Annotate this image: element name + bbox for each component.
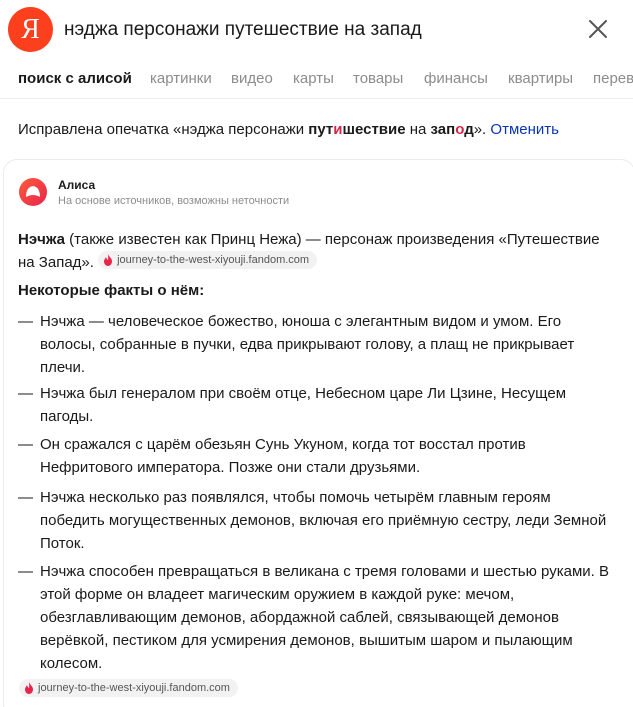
alice-icon bbox=[19, 178, 47, 206]
spelling-correction: Исправлена опечатка «нэджа персонажи пут… bbox=[18, 121, 559, 138]
fact-item: — Нэчжа — человеческое божество, юноша с… bbox=[18, 310, 618, 379]
alice-name: Алиса bbox=[58, 178, 96, 192]
alice-disclaimer: На основе источников, возможны неточност… bbox=[58, 195, 290, 207]
tab-maps[interactable]: карты bbox=[293, 70, 334, 87]
fandom-icon bbox=[25, 682, 33, 694]
fact-text: Нэчжа — человеческое божество, юноша с э… bbox=[40, 313, 575, 376]
tab-finance[interactable]: финансы bbox=[424, 70, 488, 87]
list-dash: — bbox=[18, 563, 33, 580]
fandom-icon bbox=[104, 254, 113, 266]
list-dash: — bbox=[18, 385, 33, 402]
list-dash: — bbox=[18, 313, 33, 330]
yandex-logo[interactable]: Я bbox=[8, 7, 53, 52]
corrected-word-2: запод bbox=[430, 121, 474, 138]
fact-item: — Он сражался с царём обезьян Сунь Укуно… bbox=[18, 433, 618, 479]
cancel-correction-link[interactable]: Отменить bbox=[490, 121, 559, 138]
correction-prefix: Исправлена опечатка «нэджа персонажи bbox=[18, 121, 309, 138]
fact-text: Нэчжа способен превращаться в великана с… bbox=[40, 563, 609, 672]
source-chip[interactable]: journey-to-the-west-xiyouji.fandom.com bbox=[98, 251, 318, 269]
clear-search-button[interactable] bbox=[582, 13, 614, 45]
fact-item: — Нэчжа способен превращаться в великана… bbox=[18, 560, 618, 675]
close-icon bbox=[589, 20, 607, 38]
source-chip-label: journey-to-the-west-xiyouji.fandom.com bbox=[38, 682, 230, 694]
fact-item: — Нэчжа был генералом при своём отце, Не… bbox=[18, 382, 618, 428]
bottom-source: journey-to-the-west-xiyouji.fandom.com bbox=[19, 679, 238, 700]
answer-subject: Нэчжа bbox=[18, 231, 65, 248]
tab-apartments[interactable]: квартиры bbox=[508, 70, 573, 87]
fact-item: — Нэчжа несколько раз появлялся, чтобы п… bbox=[18, 486, 618, 555]
search-input[interactable] bbox=[64, 16, 564, 44]
tab-translate[interactable]: перев bbox=[593, 70, 633, 87]
list-dash: — bbox=[18, 489, 33, 506]
corrected-word-1: путишествие bbox=[308, 121, 406, 138]
fact-text: Нэчжа несколько раз появлялся, чтобы пом… bbox=[40, 489, 607, 552]
source-chip[interactable]: journey-to-the-west-xiyouji.fandom.com bbox=[19, 679, 238, 697]
facts-heading: Некоторые факты о нём: bbox=[18, 282, 205, 299]
list-dash: — bbox=[18, 436, 33, 453]
fact-text: Он сражался с царём обезьян Сунь Укуном,… bbox=[40, 436, 526, 476]
tab-video[interactable]: видео bbox=[231, 70, 273, 87]
tab-alice-search[interactable]: поиск с алисой bbox=[18, 70, 132, 87]
search-tabs: поиск с алисой картинки видео карты това… bbox=[0, 59, 633, 99]
fact-text: Нэчжа был генералом при своём отце, Небе… bbox=[40, 385, 567, 425]
source-chip-label: journey-to-the-west-xiyouji.fandom.com bbox=[117, 254, 310, 266]
search-bar: Я bbox=[0, 0, 633, 59]
tab-images[interactable]: картинки bbox=[150, 70, 212, 87]
answer-intro: Нэчжа (также известен как Принц Нежа) — … bbox=[18, 228, 618, 274]
tab-products[interactable]: товары bbox=[353, 70, 403, 87]
